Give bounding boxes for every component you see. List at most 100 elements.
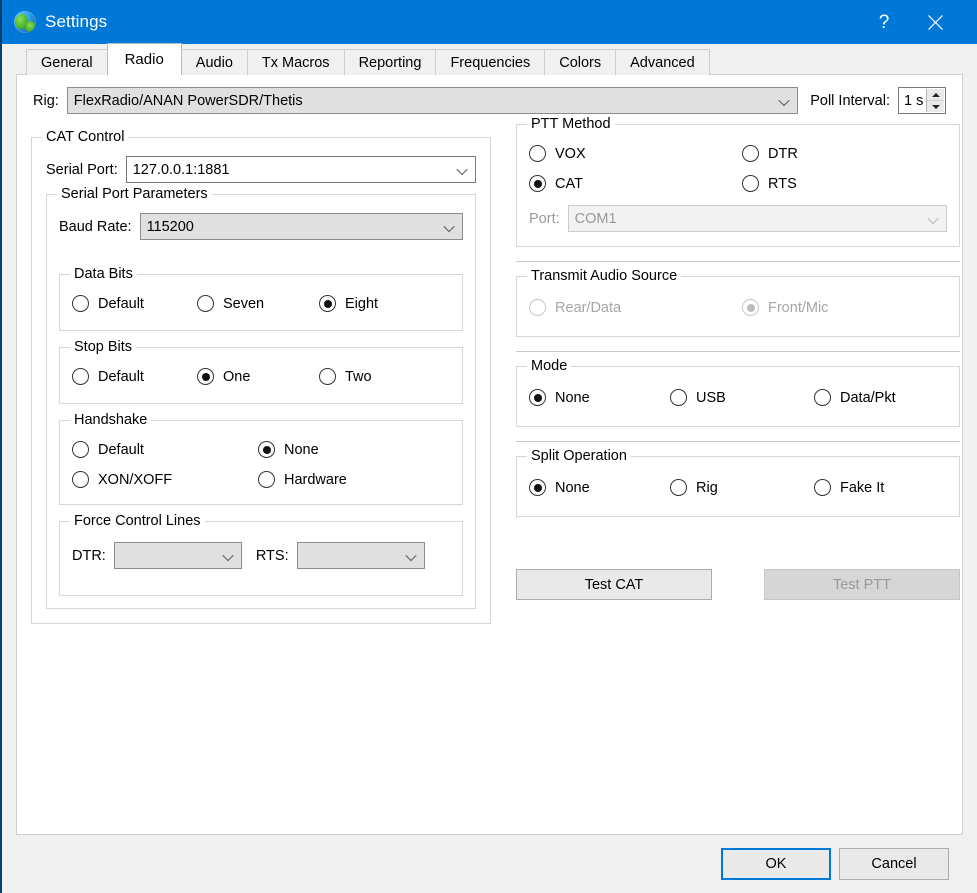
radio-label: VOX bbox=[555, 145, 586, 162]
ptt-method-row-1: VOX DTR bbox=[529, 145, 947, 162]
rig-value: FlexRadio/ANAN PowerSDR/Thetis bbox=[73, 92, 303, 109]
serial-port-parameters-legend: Serial Port Parameters bbox=[57, 186, 212, 202]
serial-port-select[interactable]: 127.0.0.1:1881 bbox=[125, 156, 476, 183]
chevron-down-icon bbox=[458, 167, 467, 172]
tab-general[interactable]: General bbox=[26, 49, 108, 75]
radio-ptt-cat[interactable]: CAT bbox=[529, 175, 742, 192]
radio-icon bbox=[814, 389, 831, 406]
baud-rate-value: 115200 bbox=[146, 218, 194, 235]
tab-reporting[interactable]: Reporting bbox=[343, 49, 437, 75]
handshake-group: Handshake Default None XON/XOFF Hardware bbox=[59, 412, 463, 505]
cancel-button[interactable]: Cancel bbox=[839, 848, 949, 880]
radio-data-bits-default[interactable]: Default bbox=[72, 295, 197, 312]
cat-control-column: CAT Control Serial Port: 127.0.0.1:1881 … bbox=[31, 124, 491, 816]
radio-split-fake-it[interactable]: Fake It bbox=[814, 479, 884, 496]
poll-interval-label: Poll Interval: bbox=[810, 92, 890, 109]
radio-audio-rear-data: Rear/Data bbox=[529, 299, 742, 316]
rig-label: Rig: bbox=[33, 92, 59, 109]
radio-handshake-xon-xoff[interactable]: XON/XOFF bbox=[72, 471, 258, 488]
split-operation-options: None Rig Fake It bbox=[529, 479, 947, 496]
radio-split-rig[interactable]: Rig bbox=[670, 479, 814, 496]
radio-icon bbox=[670, 389, 687, 406]
dtr-select[interactable] bbox=[113, 542, 242, 569]
chevron-down-icon bbox=[780, 98, 789, 103]
radio-icon bbox=[258, 471, 275, 488]
test-ptt-button: Test PTT bbox=[764, 569, 960, 600]
cat-control-group: CAT Control Serial Port: 127.0.0.1:1881 … bbox=[31, 129, 491, 624]
help-button[interactable]: ? bbox=[861, 0, 907, 44]
radio-ptt-rts[interactable]: RTS bbox=[742, 175, 797, 192]
radio-mode-none[interactable]: None bbox=[529, 389, 670, 406]
radio-handshake-hardware[interactable]: Hardware bbox=[258, 471, 347, 488]
split-operation-legend: Split Operation bbox=[527, 448, 631, 464]
radio-icon bbox=[814, 479, 831, 496]
tab-frequencies[interactable]: Frequencies bbox=[435, 49, 546, 75]
radio-split-none[interactable]: None bbox=[529, 479, 670, 496]
radio-ptt-vox[interactable]: VOX bbox=[529, 145, 742, 162]
test-cat-button[interactable]: Test CAT bbox=[516, 569, 712, 600]
rig-select[interactable]: FlexRadio/ANAN PowerSDR/Thetis bbox=[66, 87, 799, 114]
radio-icon bbox=[529, 145, 546, 162]
radio-icon bbox=[319, 295, 336, 312]
handshake-options-row-1: Default None bbox=[72, 441, 450, 458]
radio-icon bbox=[529, 299, 546, 316]
stop-bits-legend: Stop Bits bbox=[70, 339, 137, 355]
radio-icon bbox=[742, 175, 759, 192]
tab-tx-macros[interactable]: Tx Macros bbox=[246, 49, 345, 75]
close-button[interactable] bbox=[907, 0, 963, 44]
radio-stop-bits-default[interactable]: Default bbox=[72, 368, 197, 385]
radio-handshake-none[interactable]: None bbox=[258, 441, 319, 458]
stop-bits-group: Stop Bits Default One Two bbox=[59, 339, 463, 404]
radio-label: Seven bbox=[223, 295, 265, 312]
tab-radio[interactable]: Radio bbox=[106, 43, 182, 75]
ptt-port-value: COM1 bbox=[574, 210, 617, 227]
separator bbox=[516, 441, 960, 442]
separator bbox=[516, 261, 960, 262]
radio-stop-bits-one[interactable]: One bbox=[197, 368, 319, 385]
baud-rate-select[interactable]: 115200 bbox=[139, 213, 463, 240]
ptt-column: PTT Method VOX DTR CAT RTS Port: COM1 Tr… bbox=[516, 116, 960, 816]
force-control-lines-legend: Force Control Lines bbox=[70, 513, 205, 529]
stepper-up-icon[interactable] bbox=[927, 89, 944, 101]
radio-label: Default bbox=[98, 368, 144, 385]
radio-icon bbox=[742, 299, 759, 316]
transmit-audio-source-legend: Transmit Audio Source bbox=[527, 268, 682, 284]
window-title: Settings bbox=[45, 12, 108, 31]
chevron-down-icon bbox=[929, 216, 938, 221]
ptt-port-select: COM1 bbox=[567, 205, 947, 232]
ptt-method-row-2: CAT RTS bbox=[529, 175, 947, 192]
tab-colors[interactable]: Colors bbox=[544, 49, 617, 75]
settings-window: Settings ? General Radio Audio Tx Macros… bbox=[0, 0, 977, 893]
radio-stop-bits-two[interactable]: Two bbox=[319, 368, 372, 385]
force-control-lines-group: Force Control Lines DTR: RTS: bbox=[59, 513, 463, 596]
chevron-down-icon bbox=[224, 553, 233, 558]
radio-handshake-default[interactable]: Default bbox=[72, 441, 258, 458]
dtr-label: DTR: bbox=[72, 547, 106, 564]
window-controls: ? bbox=[861, 0, 977, 44]
radio-mode-usb[interactable]: USB bbox=[670, 389, 814, 406]
radio-label: Front/Mic bbox=[768, 299, 829, 316]
radio-icon bbox=[529, 389, 546, 406]
radio-label: Hardware bbox=[284, 471, 347, 488]
serial-port-value: 127.0.0.1:1881 bbox=[132, 161, 230, 178]
radio-data-bits-seven[interactable]: Seven bbox=[197, 295, 319, 312]
radio-data-bits-eight[interactable]: Eight bbox=[319, 295, 378, 312]
mode-legend: Mode bbox=[527, 358, 572, 374]
close-icon bbox=[927, 14, 943, 30]
radio-label: Rig bbox=[696, 479, 718, 496]
radio-ptt-dtr[interactable]: DTR bbox=[742, 145, 798, 162]
radio-label: Default bbox=[98, 441, 144, 458]
tab-audio[interactable]: Audio bbox=[180, 49, 248, 75]
radio-label: None bbox=[555, 389, 590, 406]
radio-icon bbox=[197, 368, 214, 385]
stepper-down-icon[interactable] bbox=[927, 101, 944, 112]
serial-port-row: Serial Port: 127.0.0.1:1881 bbox=[46, 156, 476, 183]
poll-interval-stepper[interactable]: 1 s bbox=[898, 87, 946, 114]
radio-mode-data-pkt[interactable]: Data/Pkt bbox=[814, 389, 896, 406]
handshake-options-row-2: XON/XOFF Hardware bbox=[72, 471, 450, 488]
rts-select[interactable] bbox=[296, 542, 425, 569]
transmit-audio-source-options: Rear/Data Front/Mic bbox=[529, 299, 947, 316]
ptt-port-row: Port: COM1 bbox=[529, 205, 947, 232]
ok-button[interactable]: OK bbox=[721, 848, 831, 880]
tab-advanced[interactable]: Advanced bbox=[615, 49, 710, 75]
